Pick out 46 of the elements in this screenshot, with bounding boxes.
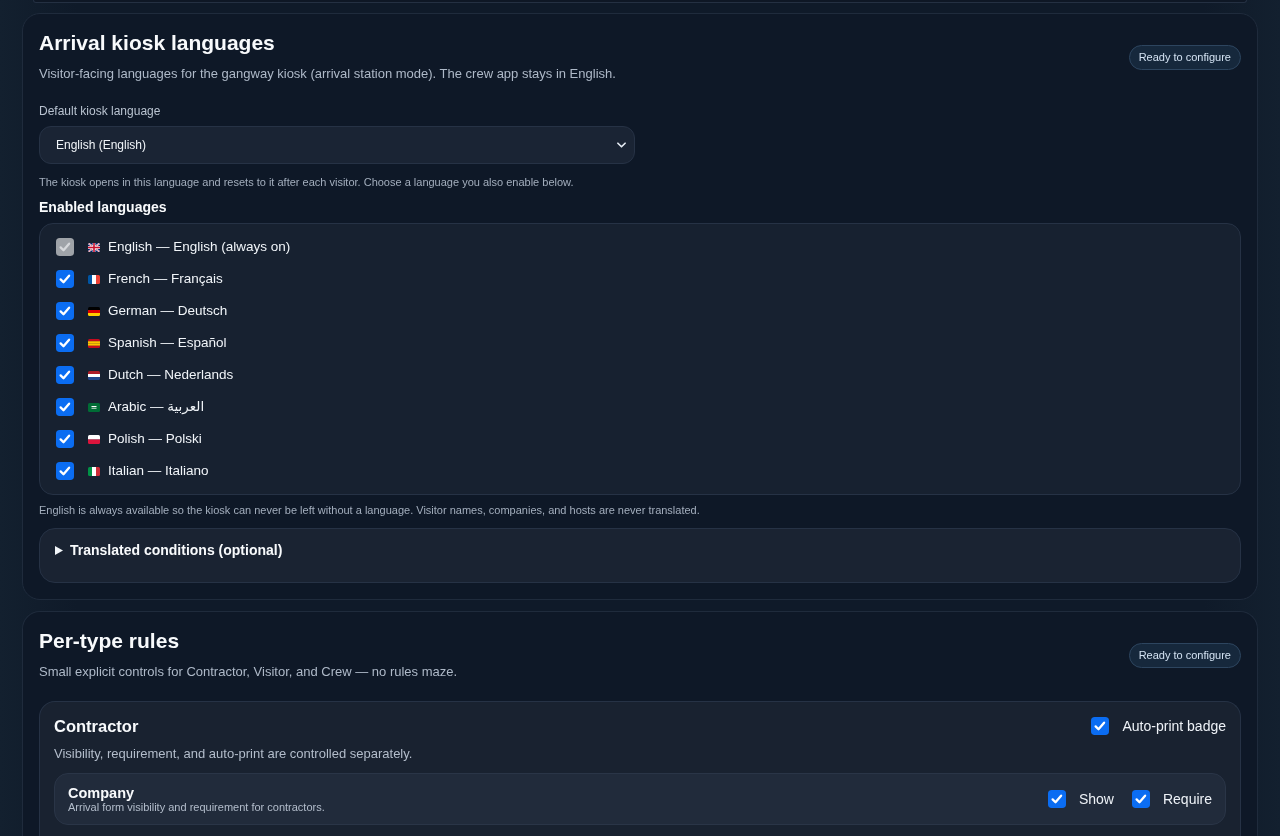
language-label: Italian — Italiano [108,462,209,480]
italy-flag-icon [88,466,100,476]
language-select[interactable]: English (English) [39,126,635,164]
help-text: The kiosk opens in this language and resets to it after each visitor. Choose a language you also enable below. [39,175,574,189]
poland-flag-icon [88,434,100,444]
germany-flag-icon [88,306,100,316]
uk-flag-icon [88,242,100,252]
checkbox-label: Show [1078,790,1114,808]
checkbox[interactable] [1131,790,1150,808]
checkbox[interactable] [56,302,74,320]
language-label: German — Deutsch [108,302,228,320]
section-title: Arrival kiosk languages [39,30,275,56]
status-badge: Ready to configure [1128,44,1241,70]
netherlands-flag-icon [88,370,100,380]
checkbox[interactable] [56,270,74,288]
language-label: Arabic — العربية [108,398,205,416]
checkbox[interactable] [56,398,74,416]
section-heading: Enabled languages [39,198,167,216]
section-title: Per-type rules [39,628,180,654]
chevron-down-icon [617,142,626,148]
checkbox[interactable] [56,430,74,448]
status-badge: Ready to configure [1128,642,1241,668]
field-name: Company [68,784,135,801]
checkbox-label: Auto-print badge [1122,717,1226,735]
type-description: Visibility, requirement, and auto-print are controlled separately. [54,745,413,763]
spain-flag-icon [88,338,100,348]
type-title: Contractor [54,716,139,737]
checkbox[interactable] [56,462,74,480]
disclosure-toggle[interactable]: Translated conditions (optional) [55,541,283,559]
note-text: English is always available so the kiosk can never be left without a language. Visitor names, companies, and hosts are never translated. [39,503,700,517]
saudi-flag-icon [88,402,100,412]
language-label: Polish — Polski [108,430,202,448]
section-description: Small explicit controls for Contractor, Visitor, and Crew — no rules maze. [39,663,458,681]
language-label: Spanish — Español [108,334,227,352]
checkbox[interactable] [1047,790,1066,808]
france-flag-icon [88,274,100,284]
checkbox[interactable] [1091,717,1110,735]
language-label: French — Français [108,270,223,288]
checkbox[interactable] [56,334,74,352]
language-label: English — English (always on) [108,238,291,256]
checkbox-label: Require [1162,790,1212,808]
section-description: Visitor-facing languages for the gangway kiosk (arrival station mode). The crew app stays in English. [39,65,616,83]
checkbox[interactable] [56,366,74,384]
language-label: Dutch — Nederlands [108,366,234,384]
field-description: Arrival form visibility and requirement for contractors. [68,800,325,814]
field-label: Default kiosk language [39,103,161,119]
